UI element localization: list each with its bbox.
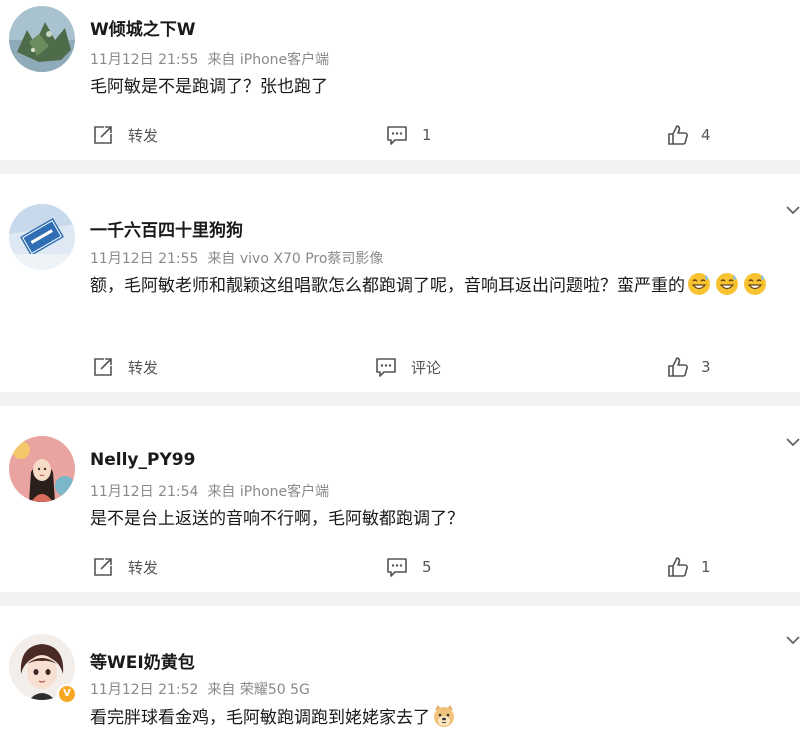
comment-button[interactable]: 5 xyxy=(386,556,432,578)
repost-button[interactable]: 转发 xyxy=(92,356,158,378)
share-out-icon xyxy=(94,126,112,144)
thumbs-up-icon xyxy=(668,557,688,577)
comment-count: 1 xyxy=(422,126,432,144)
post-timestamp: 11月12日 21:55 xyxy=(90,251,199,267)
comment-text: 看完胖球看金鸡，毛阿敏跑调跑到姥姥家去了 xyxy=(90,701,792,735)
speech-bubble-icon xyxy=(376,358,396,377)
post-timestamp: 11月12日 21:55 xyxy=(90,52,199,68)
divider xyxy=(0,160,800,174)
like-count: 1 xyxy=(701,558,711,576)
comment-item: W倾城之下W 11月12日 21:55 来自 iPhone客户端 毛阿敏是不是跑调… xyxy=(0,0,800,160)
post-timestamp: 11月12日 21:54 xyxy=(90,484,199,500)
thumbs-up-icon xyxy=(668,357,688,377)
like-button[interactable]: 4 xyxy=(667,124,711,146)
divider xyxy=(0,592,800,606)
speech-bubble-icon xyxy=(387,558,407,577)
comment-button[interactable]: 1 xyxy=(386,124,432,146)
post-source: 来自 荣耀50 5G xyxy=(207,682,310,698)
doge-emoji xyxy=(434,705,454,727)
chevron-down-icon[interactable] xyxy=(786,438,800,448)
post-meta: 11月12日 21:54 来自 iPhone客户端 xyxy=(90,481,329,501)
comment-text-body: 看完胖球看金鸡，毛阿敏跑调跑到姥姥家去了 xyxy=(90,708,430,728)
post-timestamp: 11月12日 21:52 xyxy=(90,682,199,698)
post-meta: 11月12日 21:55 来自 iPhone客户端 xyxy=(90,49,329,69)
like-count: 3 xyxy=(701,358,711,376)
repost-label: 转发 xyxy=(128,358,159,377)
sweat-grin-emoji xyxy=(716,273,738,295)
share-out-icon xyxy=(94,558,112,576)
username[interactable]: 等WEI奶黄包 xyxy=(90,648,195,673)
repost-label: 转发 xyxy=(128,126,159,145)
like-count: 4 xyxy=(701,126,711,144)
post-meta: 11月12日 21:52 来自 荣耀50 5G xyxy=(90,679,310,699)
comment-text: 额，毛阿敏老师和靓颖这组唱歌怎么都跑调了呢，音响耳返出问题啦？蛮严重的 xyxy=(90,269,792,303)
comment-text-body: 额，毛阿敏老师和靓颖这组唱歌怎么都跑调了呢，音响耳返出问题啦？蛮严重的 xyxy=(90,276,685,296)
comment-feed: W倾城之下W 11月12日 21:55 来自 iPhone客户端 毛阿敏是不是跑调… xyxy=(0,0,800,747)
comment-item: V 等WEI奶黄包 11月12日 21:52 来自 荣耀50 5G 看完胖球看金鸡… xyxy=(0,606,800,747)
comment-text: 是不是台上返送的音响不行啊，毛阿敏都跑调了？ xyxy=(90,509,464,529)
repost-button[interactable]: 转发 xyxy=(92,124,158,146)
thumbs-up-icon xyxy=(668,125,688,145)
speech-bubble-icon xyxy=(387,126,407,145)
verified-badge-icon: V xyxy=(57,684,77,704)
like-button[interactable]: 1 xyxy=(667,556,711,578)
chevron-down-icon[interactable] xyxy=(786,636,800,646)
username[interactable]: Nelly_PY99 xyxy=(90,450,195,470)
username[interactable]: W倾城之下W xyxy=(90,15,196,40)
post-source: 来自 vivo X70 Pro蔡司影像 xyxy=(207,251,384,267)
sweat-grin-emoji xyxy=(688,273,710,295)
username[interactable]: 一千六百四十里狗狗 xyxy=(90,216,243,241)
post-source: 来自 iPhone客户端 xyxy=(207,484,330,500)
post-meta: 11月12日 21:55 来自 vivo X70 Pro蔡司影像 xyxy=(90,248,383,268)
share-out-icon xyxy=(94,358,112,376)
repost-button[interactable]: 转发 xyxy=(92,556,158,578)
comment-item: 一千六百四十里狗狗 11月12日 21:55 来自 vivo X70 Pro蔡司影… xyxy=(0,174,800,392)
like-button[interactable]: 3 xyxy=(667,356,711,378)
comment-count: 5 xyxy=(422,558,432,576)
chevron-down-icon[interactable] xyxy=(786,206,800,216)
comment-button[interactable]: 评论 xyxy=(375,356,441,378)
avatar[interactable] xyxy=(9,6,75,72)
repost-label: 转发 xyxy=(128,558,159,577)
comment-text: 毛阿敏是不是跑调了？张也跑了 xyxy=(90,77,328,97)
sweat-grin-emoji xyxy=(744,273,766,295)
comment-label: 评论 xyxy=(411,358,442,377)
divider xyxy=(0,392,800,406)
comment-item: Nelly_PY99 11月12日 21:54 来自 iPhone客户端 是不是台… xyxy=(0,406,800,592)
post-source: 来自 iPhone客户端 xyxy=(207,52,330,68)
avatar[interactable] xyxy=(9,436,75,502)
avatar[interactable] xyxy=(9,204,75,270)
